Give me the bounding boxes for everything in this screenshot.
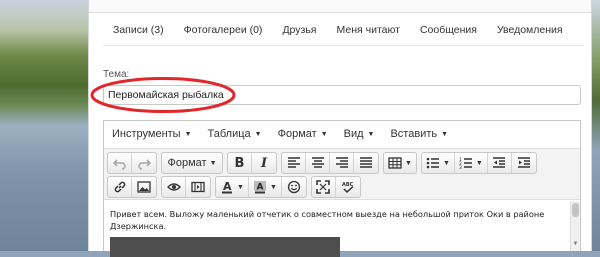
text-color-button[interactable]: A ▼ <box>216 177 249 197</box>
align-justify-icon <box>360 157 372 168</box>
format-dropdown[interactable]: Формат ▼ <box>162 153 222 173</box>
align-right-button[interactable] <box>330 153 354 173</box>
align-right-icon <box>335 157 348 168</box>
profile-tabs: Записи (3) Фотогалереи (0) Друзья Меня ч… <box>103 22 573 38</box>
indent-icon <box>517 157 530 168</box>
menu-format[interactable]: Формат ▼ <box>278 128 328 140</box>
chevron-down-icon: ▼ <box>475 159 483 167</box>
numbered-list-button[interactable]: 123 ▼ <box>455 153 488 173</box>
scrollbar-thumb[interactable] <box>572 203 579 217</box>
outdent-button[interactable] <box>488 153 512 173</box>
chevron-down-icon: ▼ <box>209 159 217 167</box>
background-scenery-left <box>0 0 88 251</box>
redo-button[interactable] <box>132 153 156 173</box>
table-button[interactable]: ▼ <box>384 153 416 173</box>
italic-button[interactable]: I <box>252 153 276 173</box>
align-justify-button[interactable] <box>354 153 378 173</box>
redo-icon <box>138 159 151 170</box>
undo-button[interactable] <box>108 153 132 173</box>
media-button[interactable] <box>186 177 210 197</box>
menu-tools[interactable]: Инструменты ▼ <box>112 128 192 140</box>
chevron-down-icon: ▼ <box>442 159 450 167</box>
svg-text:3: 3 <box>459 165 462 170</box>
image-icon <box>137 181 151 193</box>
theme-label: Тема: <box>103 69 130 80</box>
scroll-down-arrow-icon[interactable]: ▼ <box>572 240 579 249</box>
image-button[interactable] <box>132 177 156 197</box>
chevron-down-icon: ▼ <box>237 183 244 191</box>
chevron-down-icon: ▼ <box>405 159 412 167</box>
svg-text:A: A <box>223 180 232 193</box>
link-icon <box>114 181 125 193</box>
menu-table[interactable]: Таблица ▼ <box>208 128 262 140</box>
tabs-divider <box>103 45 583 46</box>
spellcheck-icon: ABC <box>342 182 354 194</box>
table-icon <box>388 157 402 169</box>
bullet-list-button[interactable]: ▼ <box>422 153 455 173</box>
fullscreen-icon <box>316 180 331 194</box>
menu-insert[interactable]: Вставить ▼ <box>390 128 448 140</box>
post-title-input[interactable]: Первомайская рыбалка <box>103 85 581 105</box>
fullscreen-button[interactable] <box>312 177 336 197</box>
undo-icon <box>112 159 126 170</box>
rich-text-editor: Инструменты ▼ Таблица ▼ Формат ▼ Вид ▼ Встав… <box>103 120 581 257</box>
align-center-icon <box>311 157 324 168</box>
background-scenery-right <box>592 0 600 251</box>
preview-button[interactable] <box>162 177 186 197</box>
post-editor-panel: Записи (3) Фотогалереи (0) Друзья Меня ч… <box>88 0 592 257</box>
film-icon <box>191 181 205 193</box>
tab-followers[interactable]: Меня читают <box>327 22 410 38</box>
smiley-icon <box>287 180 301 194</box>
editor-content-area[interactable]: Привет всем. Выложу маленький отчетик о … <box>104 201 580 257</box>
chevron-down-icon: ▼ <box>269 183 277 191</box>
outdent-icon <box>493 157 506 168</box>
tab-photo-galleries[interactable]: Фотогалереи (0) <box>174 22 273 38</box>
align-left-icon <box>287 157 300 168</box>
menu-view[interactable]: Вид ▼ <box>344 128 375 140</box>
indent-button[interactable] <box>512 153 536 173</box>
tab-messages[interactable]: Сообщения <box>410 22 487 38</box>
tab-friends[interactable]: Друзья <box>272 22 326 38</box>
bullet-list-icon <box>426 157 439 169</box>
text-color-icon: A <box>222 180 232 194</box>
numbered-list-icon: 123 <box>459 157 472 170</box>
align-center-button[interactable] <box>306 153 330 173</box>
italic-icon: I <box>260 155 268 171</box>
editor-toolbar: Формат ▼ B I ▼ ▼ 1 2 3 ▼ A ▼ A ▼ ABC <box>104 148 580 200</box>
post-image <box>110 237 340 257</box>
bold-button[interactable]: B <box>228 153 252 173</box>
align-left-button[interactable] <box>282 153 306 173</box>
top-strip <box>89 0 591 13</box>
tab-notifications[interactable]: Уведомления <box>487 22 573 38</box>
eye-icon <box>166 183 181 191</box>
editor-menubar: Инструменты ▼ Таблица ▼ Формат ▼ Вид ▼ Встав… <box>104 121 580 147</box>
link-button[interactable] <box>108 177 132 197</box>
emoticon-button[interactable] <box>282 177 306 197</box>
spellcheck-button[interactable]: ABC <box>336 177 360 197</box>
svg-text:A: A <box>256 183 263 193</box>
post-body-text[interactable]: Привет всем. Выложу маленький отчетик о … <box>110 208 562 232</box>
tab-posts[interactable]: Записи (3) <box>103 22 174 38</box>
bold-icon: B <box>234 155 245 171</box>
editor-scrollbar[interactable]: ▼ <box>570 201 580 251</box>
background-color-button[interactable]: A ▼ <box>249 177 282 197</box>
background-color-icon: A <box>253 181 266 194</box>
